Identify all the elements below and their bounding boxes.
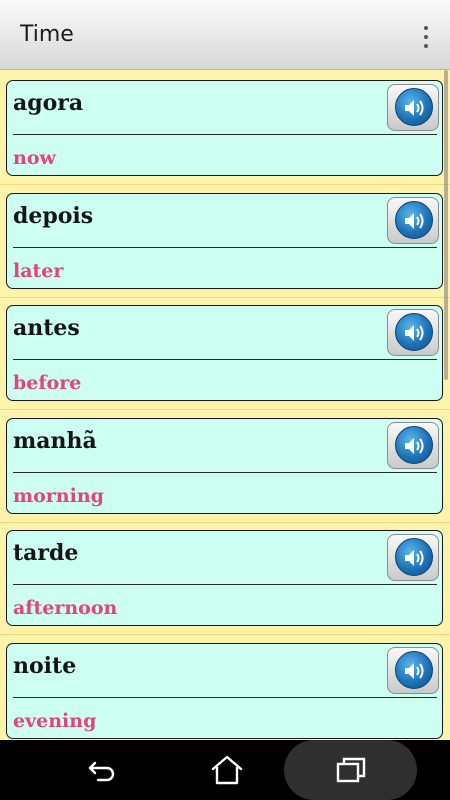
word-text: tarde [13, 540, 79, 566]
card-divider [13, 359, 437, 360]
app-toolbar: Time [0, 0, 450, 70]
speaker-icon [395, 88, 433, 126]
list-item[interactable]: tarde afternoon [6, 530, 443, 626]
play-audio-button[interactable] [387, 647, 439, 694]
translation-text: later [13, 260, 64, 282]
home-button[interactable] [186, 740, 266, 800]
card-divider [13, 472, 437, 473]
play-audio-button[interactable] [387, 534, 439, 581]
speaker-icon [395, 201, 433, 239]
play-audio-button[interactable] [387, 197, 439, 244]
list-separator [0, 634, 450, 635]
phrase-list-container[interactable]: agora now depois later antes before manh… [0, 70, 450, 740]
word-text: agora [13, 90, 84, 116]
page-title: Time [20, 22, 74, 47]
translation-text: before [13, 372, 82, 394]
word-text: antes [13, 315, 80, 341]
speaker-icon [395, 538, 433, 576]
word-text: manhã [13, 428, 97, 454]
translation-text: evening [13, 710, 97, 732]
translation-text: morning [13, 485, 104, 507]
list-item[interactable]: noite evening [6, 643, 443, 739]
word-text: noite [13, 653, 77, 679]
scrollbar-thumb[interactable] [444, 70, 448, 380]
speaker-icon [395, 426, 433, 464]
more-vert-icon[interactable] [420, 24, 432, 52]
translation-text: now [13, 147, 56, 169]
recents-button[interactable] [310, 740, 390, 800]
list-item[interactable]: agora now [6, 80, 443, 176]
app-window: Time agora now depois later antes before… [0, 0, 450, 800]
card-divider [13, 697, 437, 698]
card-divider [13, 584, 437, 585]
speaker-icon [395, 313, 433, 351]
translation-text: afternoon [13, 597, 118, 619]
list-separator [0, 522, 450, 523]
back-button[interactable] [62, 740, 142, 800]
home-icon [211, 755, 243, 785]
recents-icon [336, 757, 366, 783]
list-item[interactable]: depois later [6, 193, 443, 289]
list-separator [0, 297, 450, 298]
list-item[interactable]: antes before [6, 305, 443, 401]
play-audio-button[interactable] [387, 422, 439, 469]
list-separator [0, 409, 450, 410]
play-audio-button[interactable] [387, 309, 439, 356]
word-text: depois [13, 203, 94, 229]
play-audio-button[interactable] [387, 84, 439, 131]
card-divider [13, 247, 437, 248]
list-separator [0, 184, 450, 185]
speaker-icon [395, 651, 433, 689]
list-item[interactable]: manhã morning [6, 418, 443, 514]
card-divider [13, 134, 437, 135]
system-nav-bar [0, 740, 450, 800]
back-icon [88, 761, 115, 782]
